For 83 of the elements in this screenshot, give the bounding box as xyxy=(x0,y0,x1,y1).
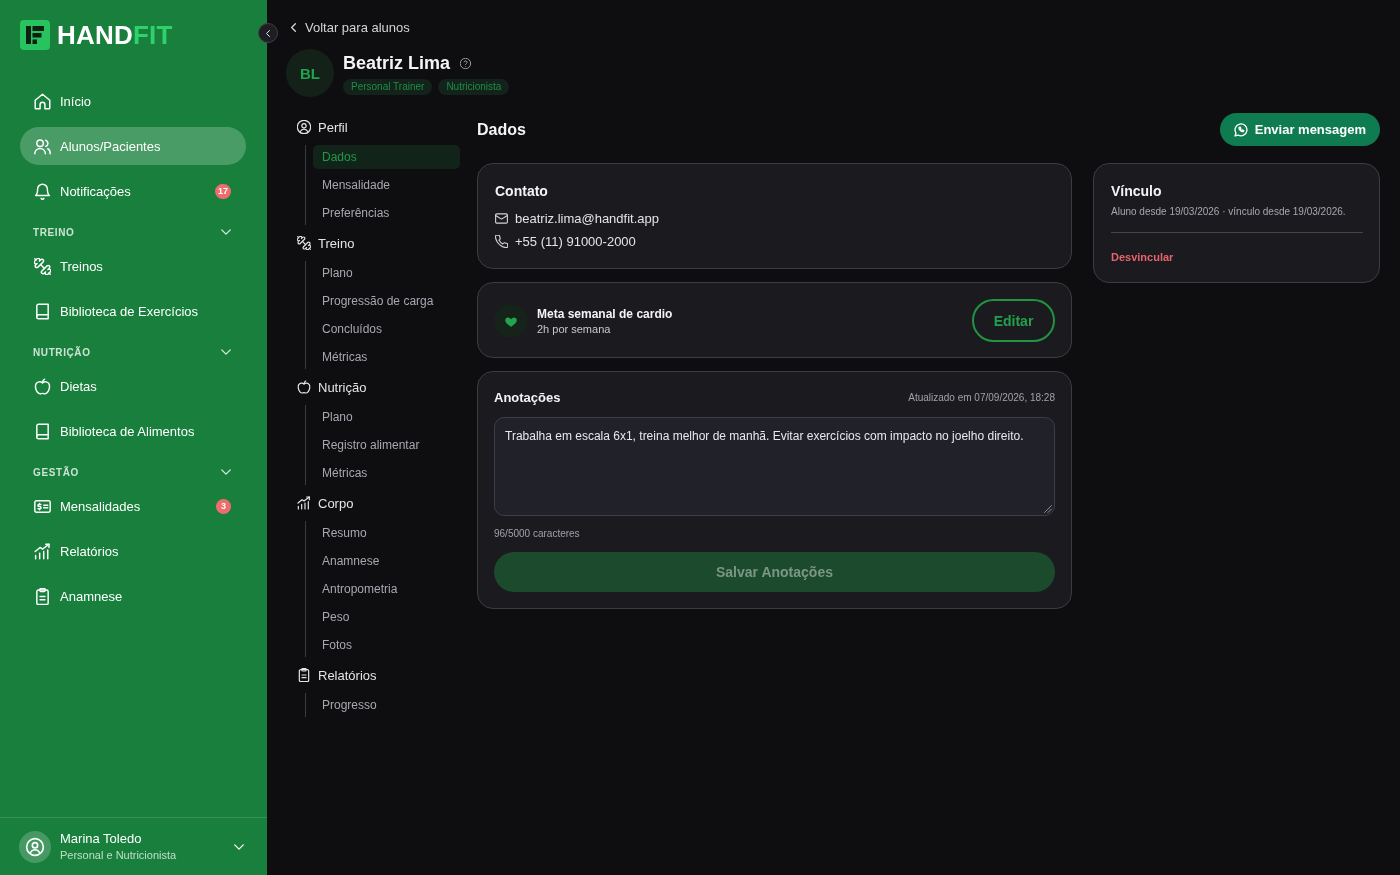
nav-item[interactable]: Biblioteca de Exercícios xyxy=(20,292,246,330)
logo-wordmark: HANDFIT xyxy=(57,20,173,50)
avatar-icon xyxy=(19,830,51,863)
subnav-item[interactable]: Anamnese xyxy=(313,549,460,573)
chat-phone-icon xyxy=(1233,122,1248,137)
subnav-item[interactable]: Antropometria xyxy=(313,577,460,601)
subnav-group[interactable]: Relatórios xyxy=(297,663,460,687)
subnav-item[interactable]: Plano xyxy=(313,261,460,285)
nav-item[interactable]: Treinos xyxy=(20,247,246,285)
resize-grip-icon xyxy=(1044,505,1052,513)
link-description: Aluno desde 19/03/2026 · vínculo desde 19/03/2026. xyxy=(1111,205,1347,219)
email-text: beatriz.lima@handfit.app xyxy=(515,211,659,226)
nav-item[interactable]: Anamnese xyxy=(20,577,246,615)
character-counter: 96/5000 caracteres xyxy=(494,527,581,541)
subnav-item[interactable]: Peso xyxy=(313,605,460,629)
send-message-button[interactable]: Enviar mensagem xyxy=(1219,113,1380,146)
clipboard-icon xyxy=(297,668,311,682)
bell-icon xyxy=(34,182,51,200)
help-icon[interactable] xyxy=(460,57,472,69)
subnav-item[interactable]: Progresso xyxy=(313,693,460,717)
goal-title: Meta semanal de cardio xyxy=(537,306,673,321)
subnav-item[interactable]: Métricas xyxy=(313,345,460,369)
apple-icon xyxy=(34,377,51,395)
student-name: Beatriz Lima xyxy=(343,52,451,74)
edit-button[interactable]: Editar xyxy=(972,299,1055,342)
back-link[interactable]: Voltar para alunos xyxy=(291,18,410,36)
subnav-item[interactable]: Preferências xyxy=(313,201,460,225)
notes-field[interactable]: Trabalha em escala 6x1, treina melhor de manhã. Evitar exercícios com impacto no joelho direito. xyxy=(494,417,1055,516)
card-title: Anotações xyxy=(494,389,561,405)
subnav-item[interactable]: Concluídos xyxy=(313,317,460,341)
bar-chart-icon xyxy=(297,496,311,510)
mail-icon xyxy=(495,212,508,225)
nav-item[interactable]: Notificações 17 xyxy=(20,172,246,210)
section-header[interactable]: GESTÃO xyxy=(20,462,246,482)
bar-chart-icon xyxy=(34,542,51,560)
subnav-item[interactable]: Dados xyxy=(313,145,460,169)
dumbbell-icon xyxy=(297,236,311,250)
users-icon xyxy=(34,137,51,155)
nav-item[interactable]: Início xyxy=(20,82,246,120)
subnav-item[interactable]: Registro alimentar xyxy=(313,433,460,457)
nav-item[interactable]: Biblioteca de Alimentos xyxy=(20,412,246,450)
subnav-group[interactable]: Nutrição xyxy=(297,375,460,399)
user-name: Marina Toledo xyxy=(60,831,143,847)
section-title: Dados xyxy=(477,120,526,139)
phone-text: +55 (11) 91000-2000 xyxy=(515,234,636,249)
dumbbell-icon xyxy=(34,257,51,275)
initials-avatar: BL xyxy=(286,49,334,97)
nav-item[interactable]: Relatórios xyxy=(20,532,246,570)
chevron-left-icon xyxy=(266,29,270,37)
nav-item[interactable]: Mensalidades 3 xyxy=(20,487,246,525)
unlink-link[interactable]: Desvincular xyxy=(1111,250,1174,264)
section-header[interactable]: NUTRIÇÃO xyxy=(20,342,246,362)
subnav-item[interactable]: Resumo xyxy=(313,521,460,545)
card-title: Vínculo xyxy=(1111,182,1163,201)
user-role: Personal e Nutricionista xyxy=(60,848,177,862)
collapse-sidebar-button[interactable] xyxy=(258,23,278,43)
logo-mark-icon xyxy=(20,20,50,50)
card-title: Contato xyxy=(495,182,549,201)
notification-badge: 17 xyxy=(215,183,231,199)
subnav-item[interactable]: Fotos xyxy=(313,633,460,657)
phone-icon xyxy=(495,235,508,248)
book-icon xyxy=(34,422,51,440)
cash-card-icon xyxy=(34,497,51,515)
notification-badge: 3 xyxy=(216,498,231,514)
role-tag: Personal Trainer xyxy=(343,79,433,95)
subnav-item[interactable]: Mensalidade xyxy=(313,173,460,197)
nav-item[interactable]: Dietas xyxy=(20,367,246,405)
home-icon xyxy=(34,92,51,110)
apple-icon xyxy=(297,380,311,394)
role-tag: Nutricionista xyxy=(438,79,510,95)
chevron-down-icon[interactable] xyxy=(234,843,244,850)
subnav-item[interactable]: Progressão de carga xyxy=(313,289,460,313)
subnav-item[interactable]: Plano xyxy=(313,405,460,429)
book-icon xyxy=(34,302,51,320)
subnav-group[interactable]: Treino xyxy=(297,231,460,255)
chevron-left-icon xyxy=(291,22,296,32)
subnav-group[interactable]: Perfil xyxy=(297,115,460,139)
goal-subtitle: 2h por semana xyxy=(537,322,612,335)
section-header[interactable]: TREINO xyxy=(20,222,246,242)
updated-timestamp: Atualizado em 07/09/2026, 18:28 xyxy=(908,391,1055,403)
clipboard-icon xyxy=(34,587,51,605)
subnav-item[interactable]: Métricas xyxy=(313,461,460,485)
subnav-group[interactable]: Corpo xyxy=(297,491,460,515)
